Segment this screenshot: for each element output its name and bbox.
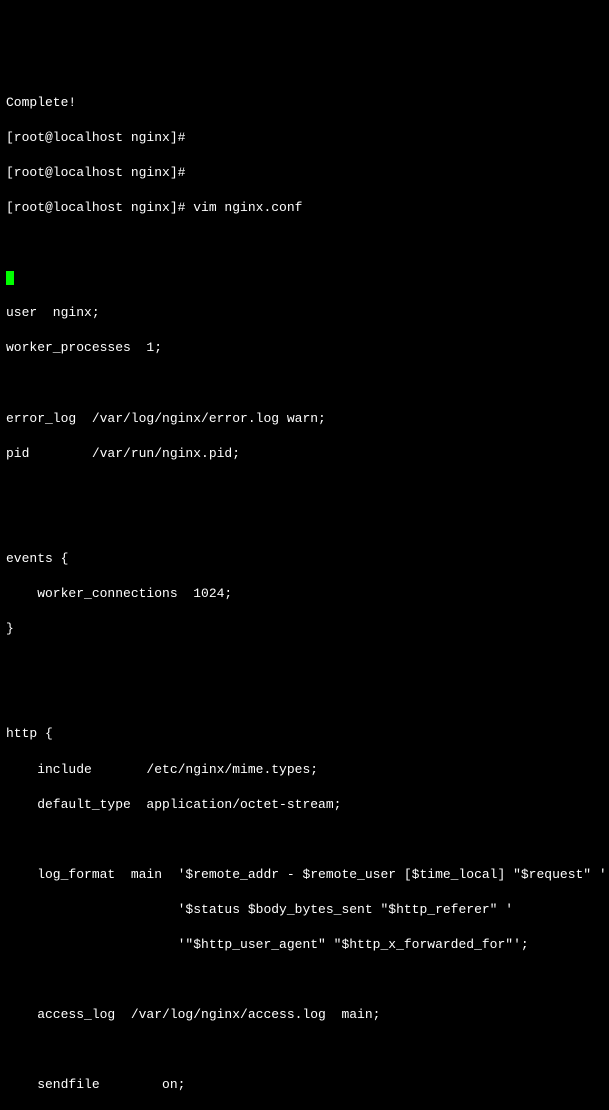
blank-line: [6, 515, 603, 533]
complete-line: Complete!: [6, 94, 603, 112]
conf-log-format-2: '$status $body_bytes_sent "$http_referer…: [6, 901, 603, 919]
shell-prompt-3[interactable]: [root@localhost nginx]# vim nginx.conf: [6, 199, 603, 217]
conf-pid: pid /var/run/nginx.pid;: [6, 445, 603, 463]
conf-error-log: error_log /var/log/nginx/error.log warn;: [6, 410, 603, 428]
blank-line: [6, 655, 603, 673]
blank-line: [6, 1041, 603, 1059]
conf-worker-connections: worker_connections 1024;: [6, 585, 603, 603]
conf-sendfile: sendfile on;: [6, 1076, 603, 1094]
blank-line: [6, 374, 603, 392]
conf-log-format-3: '"$http_user_agent" "$http_x_forwarded_f…: [6, 936, 603, 954]
blank-line: [6, 831, 603, 849]
blank-line: [6, 971, 603, 989]
blank-line: [6, 480, 603, 498]
conf-log-format-1: log_format main '$remote_addr - $remote_…: [6, 866, 603, 884]
shell-prompt-1: [root@localhost nginx]#: [6, 129, 603, 147]
cursor-line[interactable]: [6, 269, 603, 287]
blank-line: [6, 690, 603, 708]
conf-events-open: events {: [6, 550, 603, 568]
conf-default-type: default_type application/octet-stream;: [6, 796, 603, 814]
conf-access-log: access_log /var/log/nginx/access.log mai…: [6, 1006, 603, 1024]
conf-events-close: }: [6, 620, 603, 638]
conf-http-open: http {: [6, 725, 603, 743]
terminal-cursor-icon: [6, 271, 14, 285]
conf-include-mime: include /etc/nginx/mime.types;: [6, 761, 603, 779]
conf-user: user nginx;: [6, 304, 603, 322]
terminal-output: Complete! [root@localhost nginx]# [root@…: [6, 76, 603, 1110]
blank-line: [6, 234, 603, 252]
shell-prompt-2: [root@localhost nginx]#: [6, 164, 603, 182]
conf-worker-processes: worker_processes 1;: [6, 339, 603, 357]
